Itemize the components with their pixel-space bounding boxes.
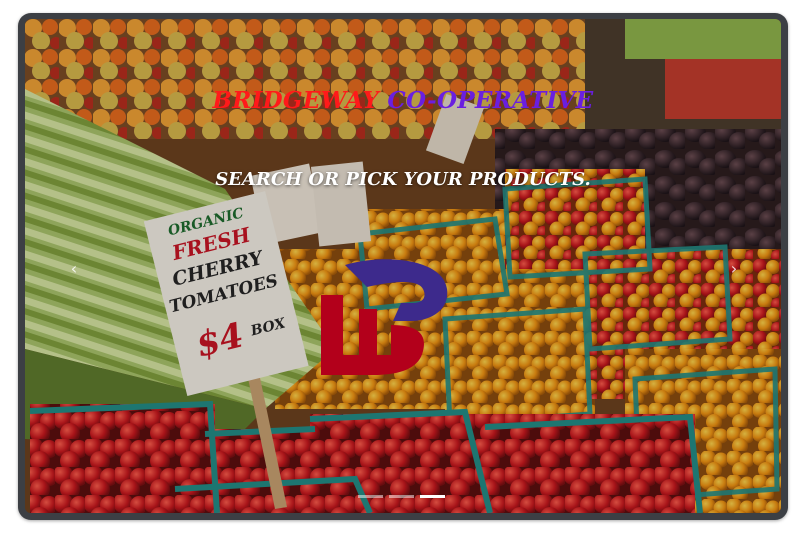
bridgeway-logo-icon: [321, 259, 448, 375]
carousel-indicator-2[interactable]: [389, 495, 414, 498]
brand-word-cooperative: CO-OPERATIVE: [387, 87, 594, 114]
carousel-slide: ORGANIC FRESH CHERRY TOMATOES $4 BOX BRI…: [25, 19, 781, 513]
carousel-indicator-3[interactable]: [420, 495, 445, 498]
carousel-indicator-1[interactable]: [358, 495, 383, 498]
carousel-next-button[interactable]: ›: [725, 260, 743, 278]
carousel-indicators: [358, 495, 445, 498]
brand-word-bridgeway: BRIDGEWAY: [212, 87, 380, 114]
carousel-prev-button[interactable]: ‹: [65, 260, 83, 278]
carousel-frame: ORGANIC FRESH CHERRY TOMATOES $4 BOX BRI…: [18, 13, 788, 520]
brand-title: BRIDGEWAY CO-OPERATIVE: [25, 87, 781, 114]
hero-tagline: SEARCH OR PICK YOUR PRODUCTS.: [215, 169, 591, 190]
